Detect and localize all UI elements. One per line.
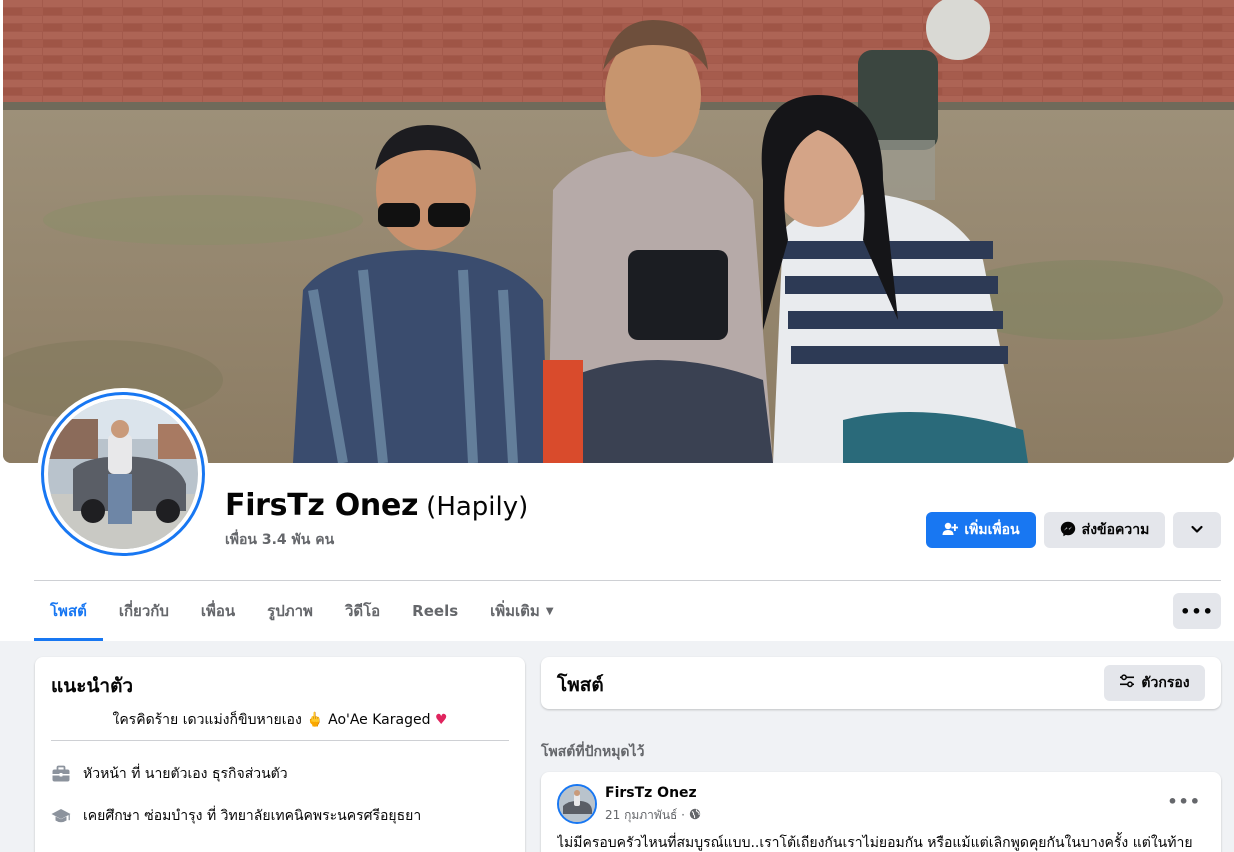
messenger-icon: [1060, 521, 1076, 540]
profile-name-row: FirsTz Onez (Hapily): [225, 488, 528, 523]
cover-photo[interactable]: [3, 0, 1234, 463]
profile-header: FirsTz Onez (Hapily) เพื่อน 3.4 พัน คน เ…: [0, 0, 1234, 641]
message-button[interactable]: ส่งข้อความ: [1044, 512, 1165, 548]
profile-name: FirsTz Onez: [225, 488, 419, 523]
post-text: ไม่มีครอบครัวไหนที่สมบูรณ์แบบ..เราโต้เถี…: [557, 835, 1193, 851]
briefcase-icon: [51, 764, 71, 784]
tab-photos[interactable]: รูปภาพ: [251, 581, 329, 641]
pinned-posts-label: โพสต์ที่ปักหมุดไว้: [541, 744, 645, 760]
chevron-down-icon: [1190, 522, 1204, 539]
tab-about-label: เกี่ยวกับ: [118, 602, 169, 620]
intro-item-work: หัวหน้า ที่ นายตัวเอง ธุรกิจส่วนตัว: [51, 763, 288, 785]
post-author-avatar[interactable]: [557, 784, 597, 824]
tab-posts-label: โพสต์: [50, 602, 87, 620]
caret-down-icon: ▼: [545, 605, 554, 617]
tab-videos-label: วิดีโอ: [344, 602, 381, 620]
profile-tabs: โพสต์ เกี่ยวกับ เพื่อน รูปภาพ วิดีโอ Ree…: [34, 581, 570, 641]
post-meta: 21 กุมภาพันธ์ ·: [605, 806, 701, 825]
add-friend-button[interactable]: เพิ่มเพื่อน: [926, 512, 1036, 548]
filter-button[interactable]: ตัวกรอง: [1104, 665, 1205, 701]
friends-count[interactable]: เพื่อน 3.4 พัน คน: [225, 529, 334, 551]
tab-overflow-menu-button[interactable]: •••: [1173, 593, 1221, 629]
post-author-name[interactable]: FirsTz Onez: [605, 785, 697, 801]
pinned-post-card: FirsTz Onez 21 กุมภาพันธ์ · ••• ไม่มีครอ…: [541, 772, 1221, 852]
globe-icon: [689, 808, 701, 823]
add-friend-icon: [942, 521, 959, 540]
intro-card: แนะนำตัว ใครคิดร้าย เดวแม่งก็ขิบหายเอง 🖕…: [35, 657, 525, 852]
tab-reels[interactable]: Reels: [396, 581, 474, 641]
tab-photos-label: รูปภาพ: [267, 602, 313, 620]
message-label: ส่งข้อความ: [1081, 521, 1150, 537]
post-options-button[interactable]: •••: [1167, 792, 1201, 811]
tab-reels-label: Reels: [412, 602, 459, 620]
profile-avatar[interactable]: [37, 388, 209, 560]
avatar-photo: [48, 399, 198, 549]
tab-more-label: เพิ่มเติม: [490, 602, 540, 620]
more-profile-actions-button[interactable]: [1173, 512, 1221, 548]
intro-title: แนะนำตัว: [51, 675, 134, 697]
tab-about[interactable]: เกี่ยวกับ: [103, 581, 185, 641]
tab-posts[interactable]: โพสต์: [34, 581, 103, 641]
intro-bio-text: ใครคิดร้าย เดวแม่งก็ขิบหายเอง 🖕 Ao'Ae Ka…: [112, 712, 431, 728]
intro-bio: ใครคิดร้าย เดวแม่งก็ขิบหายเอง 🖕 Ao'Ae Ka…: [35, 709, 525, 731]
cover-photo-image: [3, 0, 1234, 463]
filter-label: ตัวกรอง: [1141, 675, 1190, 691]
posts-header-card: โพสต์ ตัวกรอง: [541, 657, 1221, 709]
tab-friends-label: เพื่อน: [200, 602, 236, 620]
filter-sliders-icon: [1119, 673, 1135, 693]
avatar-ring: [41, 392, 205, 556]
intro-item-work-text: หัวหน้า ที่ นายตัวเอง ธุรกิจส่วนตัว: [83, 766, 288, 782]
add-friend-label: เพิ่มเพื่อน: [964, 521, 1020, 537]
intro-item-education-text: เคยศึกษา ซ่อมบำรุง ที่ วิทยาลัยเทคนิคพระ…: [83, 808, 422, 824]
more-dots-icon: •••: [1180, 601, 1214, 621]
posts-title: โพสต์: [557, 674, 604, 696]
heart-icon: ♥: [434, 712, 448, 728]
tab-more[interactable]: เพิ่มเติม ▼: [474, 581, 569, 641]
tab-videos[interactable]: วิดีโอ: [329, 581, 396, 641]
post-date[interactable]: 21 กุมภาพันธ์ ·: [605, 806, 685, 825]
intro-divider: [51, 740, 509, 741]
intro-item-education: เคยศึกษา ซ่อมบำรุง ที่ วิทยาลัยเทคนิคพระ…: [51, 805, 421, 827]
profile-alternate-name: (Hapily): [426, 492, 529, 522]
tab-friends[interactable]: เพื่อน: [185, 581, 251, 641]
graduation-cap-icon: [51, 806, 71, 826]
